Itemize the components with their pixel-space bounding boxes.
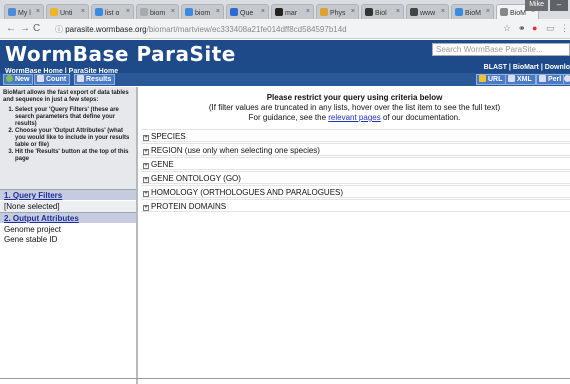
browser-tab[interactable]: www × bbox=[406, 4, 449, 19]
attribute-item: Gene stable ID bbox=[4, 235, 58, 244]
search-input[interactable]: Search WormBase ParaSite... bbox=[432, 43, 570, 56]
close-icon[interactable]: × bbox=[396, 8, 400, 15]
attribute-item: Genome project bbox=[4, 225, 61, 234]
step-item: Hit the 'Results' button at the top of t… bbox=[15, 149, 133, 163]
filter-section-homology[interactable]: + HOMOLOGY (ORTHOLOGUES AND PARALOGUES) bbox=[141, 185, 570, 198]
filter-section-species[interactable]: + SPECIES bbox=[141, 129, 570, 142]
tab-favicon-icon bbox=[365, 8, 373, 16]
browser-tab[interactable]: Biol × bbox=[361, 4, 404, 19]
url-field[interactable]: ⓘ parasite.wormbase.org/biomart/martview… bbox=[55, 22, 505, 36]
browser-tab[interactable]: BioM × bbox=[451, 4, 494, 19]
filter-section-go[interactable]: + GENE ONTOLOGY (GO) bbox=[141, 171, 570, 184]
count-button[interactable]: Count bbox=[34, 74, 71, 85]
tab-favicon-icon bbox=[50, 8, 58, 16]
query-filters-heading[interactable]: 1. Query Filters bbox=[0, 189, 136, 200]
tab-favicon-icon bbox=[8, 8, 16, 16]
browser-tab[interactable]: Que × bbox=[226, 4, 269, 19]
menu-icon[interactable]: ⋮ bbox=[560, 23, 569, 34]
xml-button[interactable]: XML bbox=[505, 74, 536, 85]
star-icon bbox=[479, 75, 486, 82]
step-item: Select your 'Query Filters' (these are s… bbox=[15, 107, 133, 128]
minimize-icon[interactable]: – bbox=[550, 0, 568, 11]
perl-icon bbox=[539, 75, 546, 82]
filter-section-region[interactable]: + REGION (use only when selecting one spe… bbox=[141, 143, 570, 156]
close-icon[interactable]: × bbox=[351, 8, 355, 15]
step-item: Choose your 'Output Attributes' (what yo… bbox=[15, 128, 133, 149]
back-arrow-icon[interactable]: ← bbox=[6, 23, 16, 34]
tab-favicon-icon bbox=[275, 8, 283, 16]
site-logo[interactable]: WormBase ParaSite bbox=[5, 42, 236, 66]
extension-icon[interactable]: ⚭ bbox=[518, 23, 526, 34]
browser-tab-bar: My l × Unti × list o × biom × biom × Que × mar… bbox=[0, 0, 570, 19]
close-icon[interactable]: × bbox=[171, 8, 175, 15]
browser-tab[interactable]: Phys × bbox=[316, 4, 359, 19]
expand-icon[interactable]: + bbox=[143, 149, 149, 155]
tab-favicon-icon bbox=[140, 8, 148, 16]
close-icon[interactable]: × bbox=[126, 8, 130, 15]
help-icon bbox=[564, 75, 570, 82]
new-icon bbox=[6, 75, 13, 82]
tab-favicon-icon bbox=[185, 8, 193, 16]
close-icon[interactable]: × bbox=[486, 8, 490, 15]
close-icon[interactable]: × bbox=[441, 8, 445, 15]
close-icon[interactable]: × bbox=[81, 8, 85, 15]
filter-section-protein-domains[interactable]: + PROTEIN DOMAINS bbox=[141, 199, 570, 212]
main-panel: Please restrict your query using criteri… bbox=[139, 87, 570, 384]
new-button[interactable]: New bbox=[3, 74, 34, 85]
forward-arrow-icon[interactable]: → bbox=[20, 23, 30, 34]
extension-icon[interactable]: ▭ bbox=[546, 23, 555, 34]
expand-icon[interactable]: + bbox=[143, 205, 149, 211]
browser-tab[interactable]: list o × bbox=[91, 4, 134, 19]
output-attributes-heading[interactable]: 2. Output Attributes bbox=[0, 212, 136, 223]
browser-tab[interactable]: mar × bbox=[271, 4, 314, 19]
browser-user-badge[interactable]: Mike bbox=[525, 0, 548, 11]
close-icon[interactable]: × bbox=[261, 8, 265, 15]
results-button[interactable]: Results bbox=[74, 74, 116, 85]
biomart-toolbar: New Count Results URL XML Perl bbox=[0, 73, 570, 86]
address-bar: ← → C ⓘ parasite.wormbase.org/biomart/ma… bbox=[0, 19, 570, 39]
tab-favicon-icon bbox=[455, 8, 463, 16]
tab-favicon-icon bbox=[410, 8, 418, 16]
query-filters-value: [None selected] bbox=[0, 201, 136, 212]
tab-favicon-icon bbox=[95, 8, 103, 16]
close-icon[interactable]: × bbox=[216, 8, 220, 15]
expand-icon[interactable]: + bbox=[143, 135, 149, 141]
extension-icon[interactable]: ● bbox=[532, 23, 537, 33]
sidebar-intro: BioMart allows the fast export of data t… bbox=[0, 87, 136, 189]
perl-button[interactable]: Perl bbox=[536, 74, 566, 85]
info-icon[interactable]: ⓘ bbox=[55, 25, 63, 34]
query-notice: Please restrict your query using criteri… bbox=[208, 93, 501, 122]
tab-favicon-icon bbox=[230, 8, 238, 16]
divider bbox=[0, 378, 570, 379]
expand-icon[interactable]: + bbox=[143, 163, 149, 169]
browser-tab[interactable]: My l × bbox=[4, 4, 44, 19]
count-icon bbox=[37, 75, 44, 82]
filter-section-gene[interactable]: + GENE bbox=[141, 157, 570, 170]
close-icon[interactable]: × bbox=[306, 8, 310, 15]
sidebar: BioMart allows the fast export of data t… bbox=[0, 87, 138, 384]
browser-tab[interactable]: biom × bbox=[136, 4, 179, 19]
browser-tab[interactable]: Unti × bbox=[46, 4, 89, 19]
tab-favicon-icon bbox=[320, 8, 328, 16]
xml-icon bbox=[508, 75, 515, 82]
reload-icon[interactable]: C bbox=[33, 23, 40, 34]
close-icon[interactable]: × bbox=[36, 8, 40, 15]
expand-icon[interactable]: + bbox=[143, 191, 149, 197]
browser-tab[interactable]: biom × bbox=[181, 4, 224, 19]
help-button[interactable] bbox=[563, 74, 570, 85]
documentation-link[interactable]: relevant pages bbox=[328, 113, 380, 122]
tab-favicon-icon bbox=[500, 8, 508, 16]
url-button[interactable]: URL bbox=[476, 74, 507, 85]
expand-icon[interactable]: + bbox=[143, 177, 149, 183]
results-icon bbox=[77, 75, 84, 82]
bookmark-star-icon[interactable]: ☆ bbox=[503, 23, 511, 34]
header-nav-links[interactable]: BLAST | BioMart | Downlo bbox=[484, 64, 570, 71]
